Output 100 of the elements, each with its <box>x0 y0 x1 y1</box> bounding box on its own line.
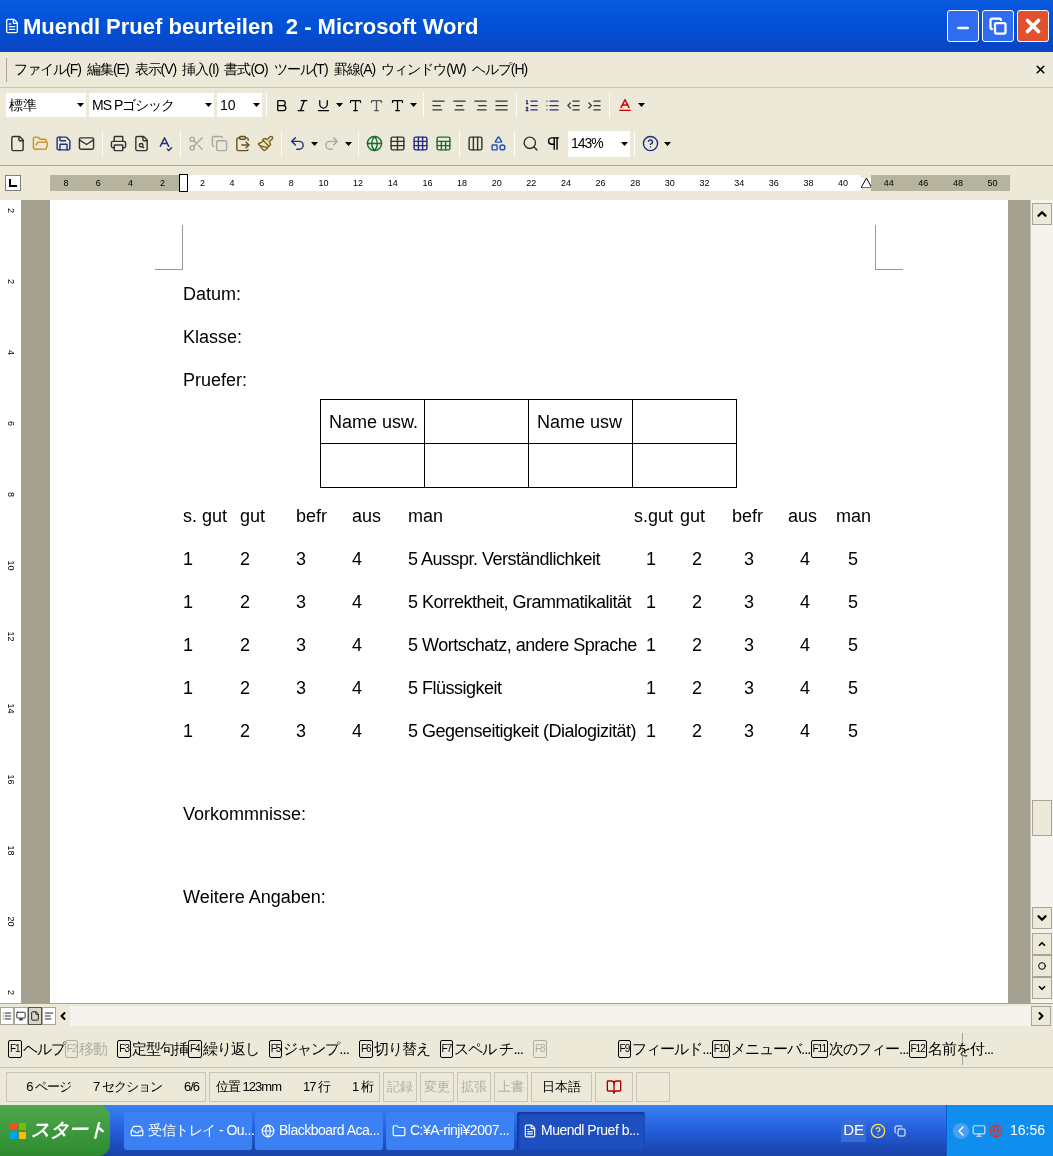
style-dropdown[interactable]: 標準 <box>6 93 86 117</box>
dropdown-caret-icon[interactable] <box>345 141 352 146</box>
dropdown-caret-icon[interactable] <box>253 103 260 107</box>
align-center-icon[interactable] <box>452 97 467 113</box>
restore-icon[interactable] <box>894 1124 906 1137</box>
italic-icon[interactable] <box>295 97 310 113</box>
circle-icon[interactable] <box>1038 962 1046 970</box>
indent-marker[interactable] <box>178 174 188 192</box>
spelling-status-icon[interactable] <box>605 1078 622 1095</box>
new-document-icon[interactable] <box>9 135 26 152</box>
web-view-button[interactable] <box>14 1006 28 1025</box>
taskbar-button[interactable]: C:¥A-rinji¥2007... <box>386 1111 514 1150</box>
table-icon[interactable] <box>389 135 406 152</box>
left-tab-icon[interactable] <box>9 179 17 187</box>
menu-item[interactable]: 挿入(I) <box>179 59 222 80</box>
dropdown-caret-icon[interactable] <box>311 141 318 146</box>
print-preview-icon[interactable] <box>133 135 150 152</box>
vertical-scrollbar[interactable] <box>1030 200 1053 1003</box>
spreadsheet-icon[interactable] <box>435 135 452 152</box>
menu-item[interactable]: ヘルプ(H) <box>468 59 531 80</box>
decrease-indent-icon[interactable] <box>566 97 581 113</box>
menu-item[interactable]: 編集(E) <box>83 59 132 80</box>
font-size-dropdown[interactable]: 10 <box>217 93 262 117</box>
dropdown-caret-icon[interactable] <box>77 103 84 107</box>
normal-view-button[interactable] <box>0 1006 14 1025</box>
show-hidden-icons-icon[interactable] <box>953 1122 969 1139</box>
globe-icon[interactable] <box>366 135 383 152</box>
function-key-button[interactable]: F9 フィールド... <box>617 1037 712 1061</box>
browser-icon[interactable] <box>261 1123 275 1138</box>
align-right-icon[interactable] <box>473 97 488 113</box>
dropdown-caret-icon[interactable] <box>621 141 628 146</box>
bold-icon[interactable] <box>274 97 289 113</box>
function-key-button[interactable]: F12 名前を付... <box>908 1037 994 1061</box>
horizontal-scrollbar[interactable] <box>70 1005 1031 1026</box>
function-key-button[interactable]: F3 定型句挿 <box>117 1037 188 1061</box>
menu-item[interactable]: 書式(O) <box>221 59 271 80</box>
function-key-button[interactable]: F11 次のフィー... <box>810 1037 909 1061</box>
right-indent-marker[interactable] <box>860 178 872 188</box>
function-key-button[interactable]: F6 切り替え <box>358 1037 430 1061</box>
zoom-dropdown[interactable]: 143% <box>568 130 630 157</box>
language-indicator[interactable]: DE <box>841 1119 866 1142</box>
browse-object-button[interactable] <box>1032 955 1052 977</box>
underline-icon[interactable] <box>316 97 331 113</box>
ruler-number: 22 <box>526 178 537 188</box>
menu-item[interactable]: 罫線(A) <box>330 59 379 80</box>
start-button[interactable]: スタート <box>0 1105 110 1156</box>
restore-button[interactable] <box>982 10 1014 42</box>
insert-table-icon[interactable] <box>412 135 429 152</box>
minimize-button[interactable] <box>947 10 979 42</box>
inbox-icon[interactable] <box>130 1123 144 1138</box>
outline-view-button[interactable] <box>42 1006 56 1025</box>
restore-icon[interactable] <box>989 17 1007 35</box>
scroll-thumb[interactable] <box>1032 800 1052 836</box>
close-document-icon[interactable] <box>1034 63 1047 76</box>
dropdown-caret-icon[interactable] <box>336 103 343 107</box>
dropdown-caret-icon[interactable] <box>638 103 645 107</box>
page-icon[interactable] <box>30 1010 40 1021</box>
function-key-button[interactable]: F4 繰り返し <box>188 1037 259 1061</box>
align-left-icon[interactable] <box>431 97 446 113</box>
show-marks-icon[interactable] <box>545 135 562 152</box>
paste-icon[interactable] <box>234 135 251 152</box>
function-key-button[interactable]: F1 ヘルプ <box>8 1037 65 1061</box>
numbered-list-icon[interactable] <box>524 97 539 113</box>
increase-indent-icon[interactable] <box>587 97 602 113</box>
format-painter-icon[interactable] <box>257 135 274 152</box>
list-icon[interactable] <box>2 1010 12 1021</box>
tab-selector[interactable] <box>5 175 21 191</box>
function-key-button[interactable]: F5 ジャンプ... <box>268 1037 349 1061</box>
dropdown-caret-icon[interactable] <box>410 103 417 107</box>
printer-icon[interactable] <box>110 135 127 152</box>
ruler-number: 20 <box>6 916 15 927</box>
undo-icon[interactable] <box>289 135 306 152</box>
font-color-icon[interactable] <box>617 97 633 113</box>
dropdown-caret-icon[interactable] <box>664 141 671 146</box>
bullet-list-icon[interactable] <box>545 97 560 113</box>
word-document-icon[interactable] <box>523 1123 537 1138</box>
font-dropdown[interactable]: MS Pゴシック <box>89 93 214 117</box>
outline-icon[interactable] <box>44 1010 54 1021</box>
drawing-icon[interactable] <box>490 135 507 152</box>
menu-item[interactable]: 表示(V) <box>131 59 180 80</box>
menu-item[interactable]: ウィンドウ(W) <box>378 59 469 80</box>
folder-icon[interactable] <box>392 1123 406 1138</box>
columns-icon[interactable] <box>467 135 484 152</box>
save-icon[interactable] <box>55 135 72 152</box>
taskbar-button[interactable]: Blackboard Aca... <box>255 1111 383 1150</box>
function-key-button[interactable]: F7 スペル チ... <box>439 1037 523 1061</box>
function-key-button[interactable]: F10 メニューバ... <box>711 1037 811 1061</box>
previous-page-button[interactable] <box>1032 933 1052 955</box>
print-view-button[interactable] <box>28 1006 42 1025</box>
next-page-button[interactable] <box>1032 977 1052 999</box>
score-number: 1 <box>646 549 657 568</box>
help-icon[interactable] <box>642 135 659 152</box>
menu-item[interactable]: ツール(T) <box>270 59 331 80</box>
taskbar-button[interactable]: Muendl Pruef b... <box>517 1111 645 1150</box>
taskbar-button[interactable]: 受信トレイ - Ou... <box>124 1111 252 1150</box>
menu-item[interactable]: ファイル(F) <box>11 59 84 80</box>
dropdown-caret-icon[interactable] <box>205 103 212 107</box>
distribute-icon[interactable] <box>494 97 509 113</box>
mail-icon[interactable] <box>78 135 95 152</box>
monitor-icon[interactable] <box>16 1010 26 1021</box>
